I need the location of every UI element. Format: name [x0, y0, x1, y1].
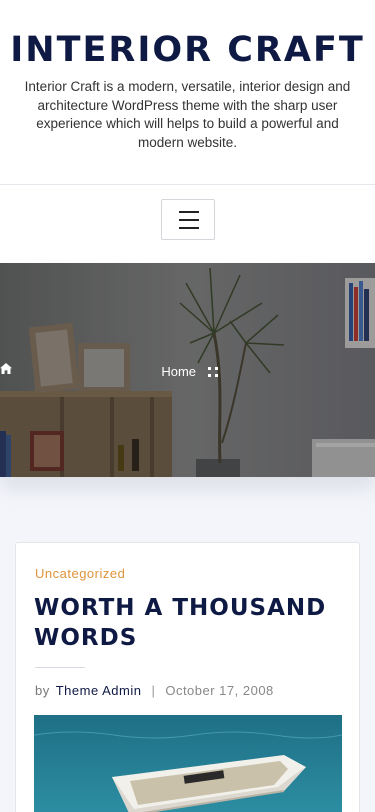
- site-title[interactable]: INTERIOR CRAFT: [0, 30, 375, 70]
- grid-separator-icon: [207, 366, 218, 377]
- menu-toggle-button[interactable]: [161, 199, 215, 240]
- navigation-bar: [0, 185, 375, 263]
- post-title[interactable]: WORTH A THOUSAND WORDS: [34, 593, 344, 653]
- post-author-link[interactable]: Theme Admin: [56, 683, 142, 698]
- post-category-link[interactable]: Uncategorized: [35, 566, 125, 581]
- site-description: Interior Craft is a modern, versatile, i…: [24, 79, 351, 150]
- by-label: by: [35, 683, 50, 698]
- post-date-link[interactable]: October 17, 2008: [165, 683, 273, 698]
- hero-banner: Home: [0, 263, 375, 477]
- site-header: INTERIOR CRAFT Interior Craft is a moder…: [0, 0, 375, 185]
- boat-on-water-image: [34, 715, 342, 812]
- breadcrumb: Home: [0, 363, 375, 379]
- breadcrumb-home-link[interactable]: Home: [161, 364, 196, 379]
- post-meta: by Theme Admin | October 17, 2008: [35, 683, 345, 698]
- title-divider: [35, 667, 85, 668]
- meta-separator: |: [151, 683, 156, 698]
- post-featured-image[interactable]: [34, 715, 342, 812]
- post-card: Uncategorized WORTH A THOUSAND WORDS by T…: [15, 542, 360, 812]
